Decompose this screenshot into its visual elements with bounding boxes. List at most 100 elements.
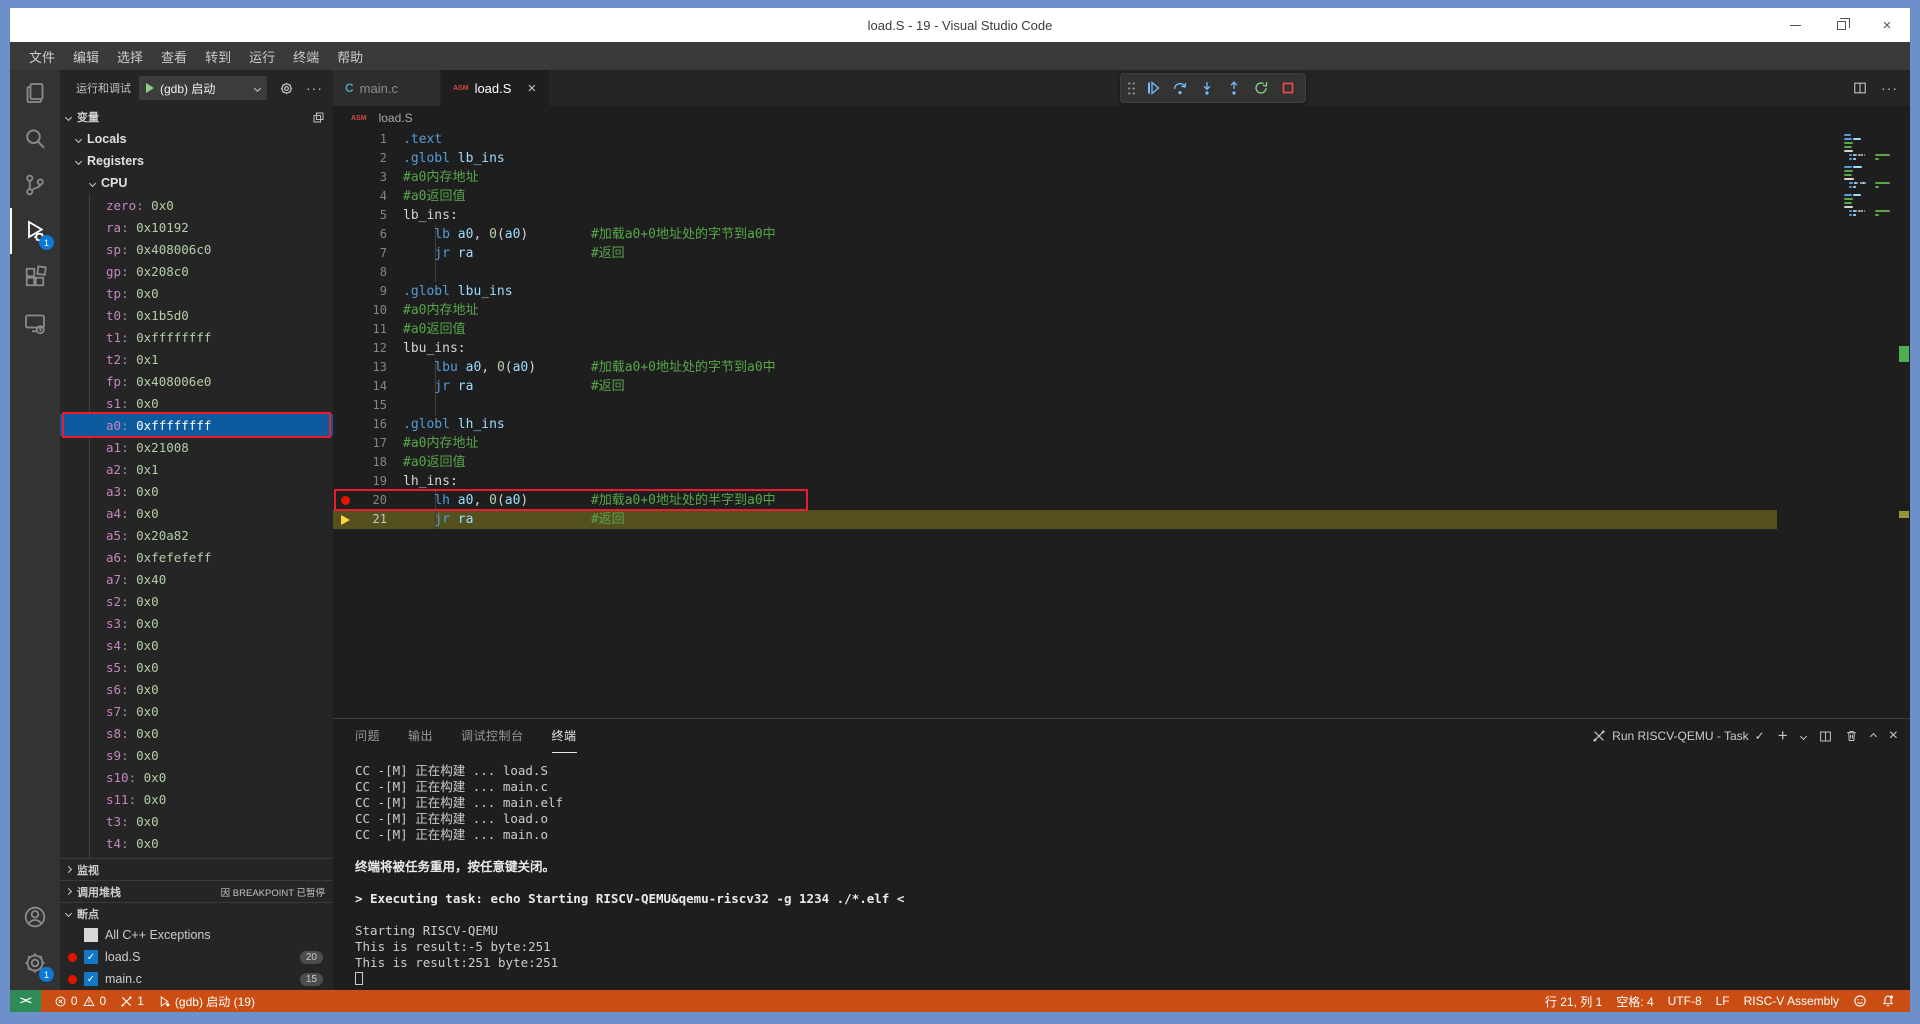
code-line-8[interactable]: 8 bbox=[333, 263, 1910, 282]
code-line-18[interactable]: 18#a0返回值 bbox=[333, 453, 1910, 472]
line-number[interactable]: 9 bbox=[357, 282, 387, 301]
register-row-t0[interactable]: t0: 0x1b5d0 bbox=[60, 304, 333, 326]
code-line-6[interactable]: 6 lb a0, 0(a0) #加载a0+0地址处的字节到a0中 bbox=[333, 225, 1910, 244]
line-number[interactable]: 7 bbox=[357, 244, 387, 263]
code-line-11[interactable]: 11#a0返回值 bbox=[333, 320, 1910, 339]
register-row-a0[interactable]: a0: 0xffffffff bbox=[60, 414, 333, 436]
register-row-s1[interactable]: s1: 0x0 bbox=[60, 392, 333, 414]
debug-session-status[interactable]: (gdb) 启动 (19) bbox=[151, 990, 262, 1012]
step-into-button[interactable] bbox=[1196, 77, 1218, 99]
line-number[interactable]: 14 bbox=[357, 377, 387, 396]
restart-button[interactable] bbox=[1250, 77, 1272, 99]
more-actions-icon[interactable]: ··· bbox=[1881, 80, 1898, 96]
tasks-status[interactable]: 1 bbox=[113, 990, 151, 1012]
breakpoint-item[interactable]: ✓main.c15 bbox=[60, 968, 333, 990]
account-icon[interactable] bbox=[10, 894, 60, 940]
register-row-s10[interactable]: s10: 0x0 bbox=[60, 766, 333, 788]
toolbar-drag-handle-icon[interactable] bbox=[1127, 81, 1136, 96]
register-row-s5[interactable]: s5: 0x0 bbox=[60, 656, 333, 678]
continue-button[interactable] bbox=[1142, 77, 1164, 99]
register-row-zero[interactable]: zero: 0x0 bbox=[60, 194, 333, 216]
menubar-item[interactable]: 帮助 bbox=[328, 47, 372, 66]
breadcrumb[interactable]: ASM load.S bbox=[333, 106, 1910, 130]
code-editor[interactable]: 1.text2.globl lb_ins3#a0内存地址4#a0返回值5lb_i… bbox=[333, 130, 1910, 718]
code-line-17[interactable]: 17#a0内存地址 bbox=[333, 434, 1910, 453]
menubar-item[interactable]: 终端 bbox=[284, 47, 328, 66]
menubar-item[interactable]: 选择 bbox=[108, 47, 152, 66]
line-number[interactable]: 2 bbox=[357, 149, 387, 168]
register-row-tp[interactable]: tp: 0x0 bbox=[60, 282, 333, 304]
terminal-dropdown-icon[interactable] bbox=[1801, 734, 1806, 739]
panel-tab-问题[interactable]: 问题 bbox=[355, 719, 380, 753]
code-line-4[interactable]: 4#a0返回值 bbox=[333, 187, 1910, 206]
register-row-t5[interactable]: t5: 0x8801 bbox=[60, 854, 333, 858]
feedback-smiley-icon[interactable] bbox=[1846, 994, 1874, 1008]
search-icon[interactable] bbox=[10, 116, 60, 162]
register-row-a5[interactable]: a5: 0x20a82 bbox=[60, 524, 333, 546]
gutter-glyph[interactable] bbox=[333, 515, 357, 525]
panel-tab-输出[interactable]: 输出 bbox=[408, 719, 433, 753]
code-line-14[interactable]: 14 jr ra #返回 bbox=[333, 377, 1910, 396]
manage-gear-icon[interactable]: 1 bbox=[10, 940, 60, 986]
notifications-bell-icon[interactable] bbox=[1874, 994, 1902, 1008]
variables-group-locals[interactable]: Locals bbox=[60, 128, 333, 150]
task-selector[interactable]: Run RISCV-QEMU - Task ✓ bbox=[1592, 729, 1765, 743]
menubar-item[interactable]: 查看 bbox=[152, 47, 196, 66]
panel-tab-调试控制台[interactable]: 调试控制台 bbox=[461, 719, 524, 753]
line-number[interactable]: 15 bbox=[357, 396, 387, 415]
register-row-gp[interactable]: gp: 0x208c0 bbox=[60, 260, 333, 282]
line-number[interactable]: 1 bbox=[357, 130, 387, 149]
register-row-sp[interactable]: sp: 0x408006c0 bbox=[60, 238, 333, 260]
minimize-button[interactable] bbox=[1772, 8, 1818, 42]
line-number[interactable]: 18 bbox=[357, 453, 387, 472]
eol-status[interactable]: LF bbox=[1709, 994, 1737, 1008]
step-out-button[interactable] bbox=[1223, 77, 1245, 99]
line-number[interactable]: 17 bbox=[357, 434, 387, 453]
code-line-9[interactable]: 9.globl lbu_ins bbox=[333, 282, 1910, 301]
line-number[interactable]: 16 bbox=[357, 415, 387, 434]
close-panel-icon[interactable]: × bbox=[1889, 727, 1898, 745]
variables-section-header[interactable]: 变量 bbox=[60, 106, 333, 128]
register-row-t2[interactable]: t2: 0x1 bbox=[60, 348, 333, 370]
split-editor-icon[interactable] bbox=[1853, 81, 1867, 95]
code-line-1[interactable]: 1.text bbox=[333, 130, 1910, 149]
encoding-status[interactable]: UTF-8 bbox=[1661, 994, 1709, 1008]
register-row-t4[interactable]: t4: 0x0 bbox=[60, 832, 333, 854]
split-terminal-icon[interactable] bbox=[1819, 730, 1832, 743]
run-and-debug-icon[interactable]: 1 bbox=[10, 208, 60, 254]
line-number[interactable]: 6 bbox=[357, 225, 387, 244]
register-row-a7[interactable]: a7: 0x40 bbox=[60, 568, 333, 590]
code-line-2[interactable]: 2.globl lb_ins bbox=[333, 149, 1910, 168]
register-row-a3[interactable]: a3: 0x0 bbox=[60, 480, 333, 502]
close-button[interactable]: × bbox=[1864, 8, 1910, 42]
code-line-12[interactable]: 12lbu_ins: bbox=[333, 339, 1910, 358]
terminal-content[interactable]: CC -[M] 正在构建 ... load.SCC -[M] 正在构建 ... … bbox=[333, 753, 1910, 990]
code-line-10[interactable]: 10#a0内存地址 bbox=[333, 301, 1910, 320]
stop-button[interactable] bbox=[1277, 77, 1299, 99]
code-line-15[interactable]: 15 bbox=[333, 396, 1910, 415]
register-row-s4[interactable]: s4: 0x0 bbox=[60, 634, 333, 656]
menubar-item[interactable]: 运行 bbox=[240, 47, 284, 66]
source-control-icon[interactable] bbox=[10, 162, 60, 208]
restore-button[interactable] bbox=[1818, 8, 1864, 42]
register-row-t1[interactable]: t1: 0xffffffff bbox=[60, 326, 333, 348]
line-number[interactable]: 11 bbox=[357, 320, 387, 339]
code-line-19[interactable]: 19lh_ins: bbox=[333, 472, 1910, 491]
breakpoint-checkbox[interactable]: ✓ bbox=[84, 972, 98, 986]
line-number[interactable]: 21 bbox=[357, 510, 387, 529]
code-line-13[interactable]: 13 lbu a0, 0(a0) #加载a0+0地址处的字节到a0中 bbox=[333, 358, 1910, 377]
breakpoints-section-header[interactable]: 断点 bbox=[60, 902, 333, 924]
step-over-button[interactable] bbox=[1169, 77, 1191, 99]
breakpoint-checkbox[interactable] bbox=[84, 928, 98, 942]
breakpoint-icon[interactable] bbox=[341, 496, 350, 505]
register-row-ra[interactable]: ra: 0x10192 bbox=[60, 216, 333, 238]
code-line-5[interactable]: 5lb_ins: bbox=[333, 206, 1910, 225]
register-row-a6[interactable]: a6: 0xfefefeff bbox=[60, 546, 333, 568]
line-number[interactable]: 8 bbox=[357, 263, 387, 282]
cursor-position-status[interactable]: 行 21, 列 1 bbox=[1538, 993, 1609, 1010]
watch-section-header[interactable]: 监视 bbox=[60, 858, 333, 880]
breakpoint-checkbox[interactable]: ✓ bbox=[84, 950, 98, 964]
register-row-a2[interactable]: a2: 0x1 bbox=[60, 458, 333, 480]
minimap[interactable] bbox=[1844, 134, 1896, 718]
register-row-s2[interactable]: s2: 0x0 bbox=[60, 590, 333, 612]
